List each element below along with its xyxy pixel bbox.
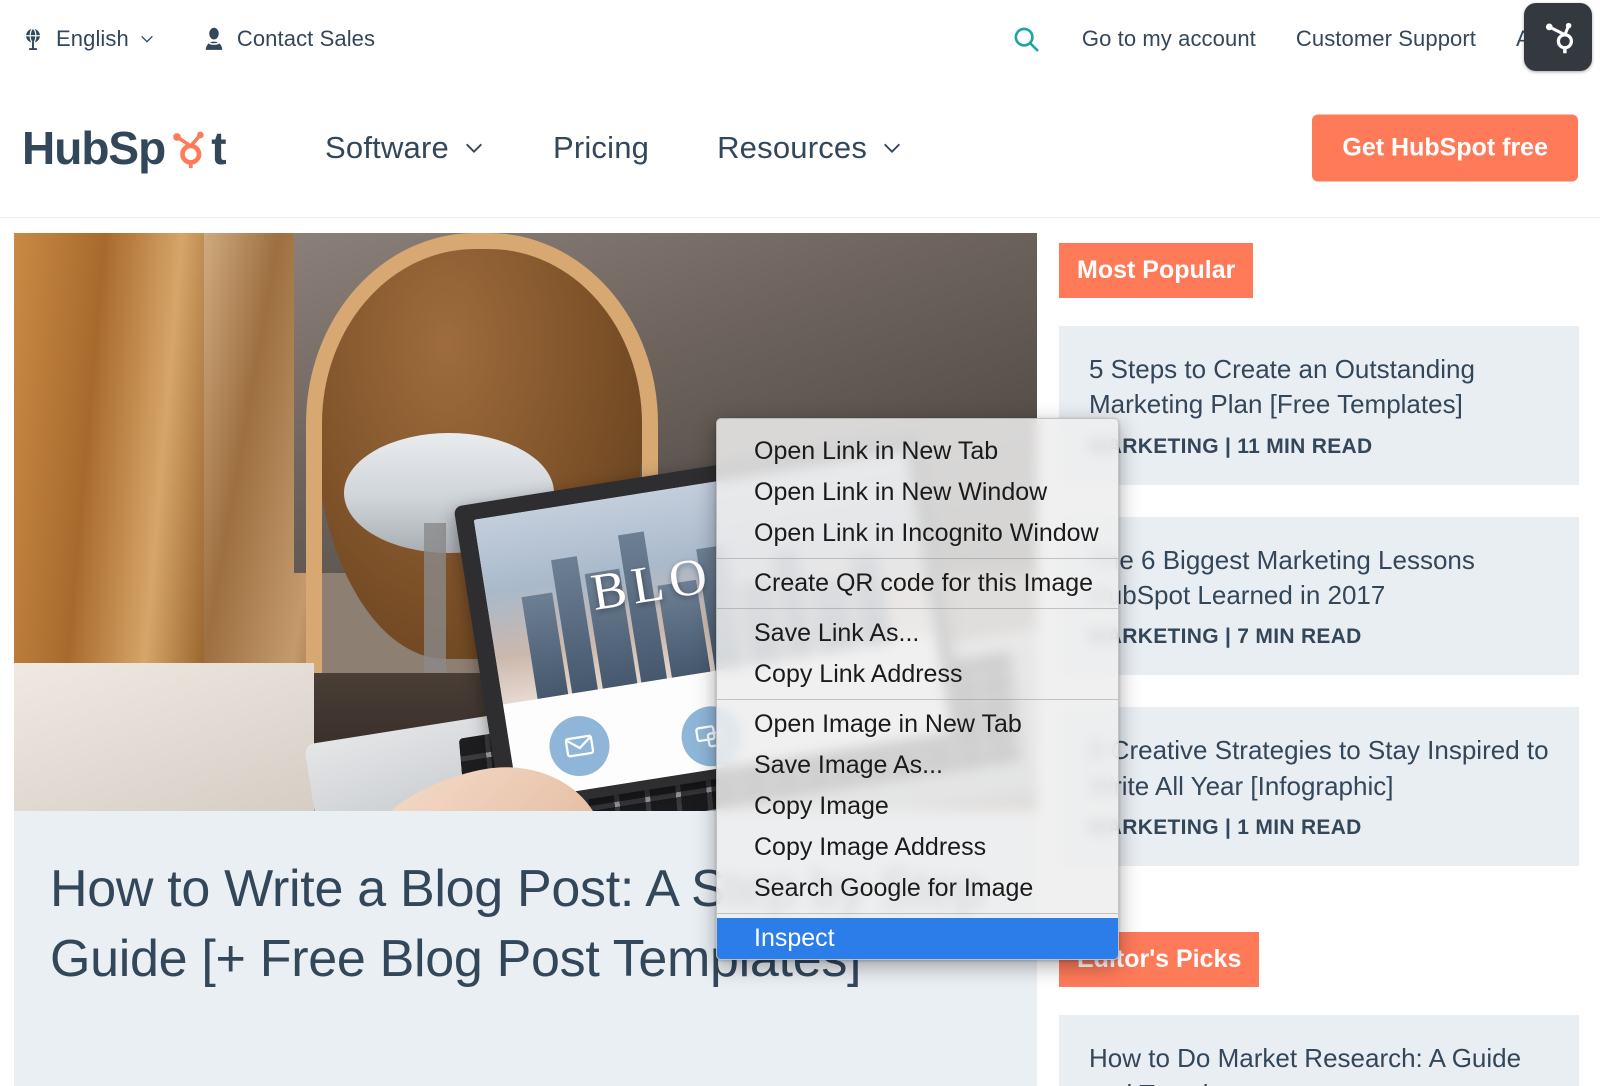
most-popular-heading: Most Popular — [1059, 243, 1254, 298]
context-menu-item-copy-link-address[interactable]: Copy Link Address — [717, 654, 1118, 695]
contact-sales-link[interactable]: Contact Sales — [201, 26, 375, 52]
sidebar-card-editors-picks-1[interactable]: How to Do Market Research: A Guide and T… — [1059, 1015, 1579, 1086]
chevron-down-icon — [139, 31, 155, 47]
context-menu-group-image: Open Image in New Tab Save Image As... C… — [717, 700, 1118, 913]
primary-nav-links: Software Pricing Resources — [325, 130, 903, 166]
context-menu-item-create-qr-code[interactable]: Create QR code for this Image — [717, 563, 1118, 604]
hubspot-logo-text: HubSp t — [22, 121, 227, 175]
context-menu-item-copy-image[interactable]: Copy Image — [717, 786, 1118, 827]
main-navigation-bar: HubSp t Software Pricing Resources Get H… — [0, 78, 1600, 218]
sidebar-card-most-popular-3[interactable]: 8 Creative Strategies to Stay Inspired t… — [1059, 707, 1579, 867]
nav-item-pricing-label: Pricing — [552, 129, 650, 165]
sidebar-card-meta: MARKETING | 7 MIN READ — [1089, 625, 1362, 649]
globe-icon — [20, 26, 46, 52]
sidebar-card-most-popular-2[interactable]: The 6 Biggest Marketing Lessons HubSpot … — [1059, 516, 1579, 676]
context-menu-group-link-save: Save Link As... Copy Link Address — [717, 609, 1118, 699]
nav-item-resources-label: Resources — [717, 129, 868, 165]
utility-top-bar: English Contact Sales Go to my account C… — [0, 0, 1600, 78]
sidebar: Most Popular 5 Steps to Create an Outsta… — [1059, 243, 1579, 1086]
contact-sales-label: Contact Sales — [236, 26, 376, 51]
chevron-down-icon — [463, 137, 485, 159]
nav-item-software[interactable]: Software — [325, 130, 485, 166]
sidebar-card-title: 5 Steps to Create an Outstanding Marketi… — [1089, 354, 1475, 420]
browser-context-menu[interactable]: Open Link in New Tab Open Link in New Wi… — [716, 418, 1119, 960]
get-hubspot-free-button[interactable]: Get HubSpot free — [1312, 114, 1578, 181]
context-menu-group-inspect: Inspect — [717, 914, 1118, 959]
utility-bar-right-group: Go to my account Customer Support About — [1010, 0, 1600, 78]
go-to-my-account-link[interactable]: Go to my account — [1082, 26, 1256, 52]
context-menu-item-save-link-as[interactable]: Save Link As... — [717, 613, 1118, 654]
context-menu-item-save-image-as[interactable]: Save Image As... — [717, 745, 1118, 786]
context-menu-group-link-open: Open Link in New Tab Open Link in New Wi… — [717, 427, 1118, 558]
sidebar-card-meta: MARKETING | 1 MIN READ — [1089, 816, 1362, 840]
go-to-my-account-label: Go to my account — [1081, 26, 1256, 51]
context-menu-item-open-image-new-tab[interactable]: Open Image in New Tab — [717, 704, 1118, 745]
context-menu-group-qr: Create QR code for this Image — [717, 559, 1118, 608]
sidebar-card-title: How to Do Market Research: A Guide and T… — [1089, 1043, 1522, 1086]
nav-item-pricing[interactable]: Pricing — [553, 130, 649, 166]
context-menu-item-search-google-for-image[interactable]: Search Google for Image — [717, 868, 1118, 909]
nav-item-resources[interactable]: Resources — [717, 130, 903, 166]
logo-text-after: t — [211, 121, 226, 174]
context-menu-item-inspect[interactable]: Inspect — [717, 918, 1118, 959]
hubspot-sprocket-button[interactable] — [1524, 3, 1592, 71]
context-menu-item-copy-image-address[interactable]: Copy Image Address — [717, 827, 1118, 868]
sidebar-card-meta: MARKETING | 11 MIN READ — [1089, 434, 1373, 458]
sidebar-card-title: 8 Creative Strategies to Stay Inspired t… — [1089, 735, 1549, 801]
customer-support-label: Customer Support — [1295, 26, 1476, 51]
logo-sprocket-icon — [166, 126, 210, 170]
logo-text-before: HubSp — [22, 121, 166, 174]
nav-item-software-label: Software — [325, 129, 449, 165]
hero-photo-shoulder — [14, 663, 314, 811]
search-icon[interactable] — [1010, 23, 1042, 55]
language-label: English — [56, 26, 129, 51]
browser-page: English Contact Sales Go to my account C… — [0, 0, 1600, 1086]
hubspot-sprocket-icon — [1538, 15, 1578, 60]
customer-support-link[interactable]: Customer Support — [1296, 26, 1476, 52]
chevron-down-icon — [881, 137, 903, 159]
utility-bar-left-group: English Contact Sales — [0, 26, 375, 52]
context-menu-item-open-link-incognito-window[interactable]: Open Link in Incognito Window — [717, 513, 1118, 554]
context-menu-item-open-link-new-tab[interactable]: Open Link in New Tab — [717, 431, 1118, 472]
sidebar-card-title: The 6 Biggest Marketing Lessons HubSpot … — [1089, 544, 1475, 611]
person-icon — [201, 26, 227, 52]
context-menu-item-open-link-new-window[interactable]: Open Link in New Window — [717, 472, 1118, 513]
sidebar-card-most-popular-1[interactable]: 5 Steps to Create an Outstanding Marketi… — [1059, 326, 1579, 485]
hubspot-logo[interactable]: HubSp t — [22, 121, 227, 175]
language-selector[interactable]: English — [20, 26, 155, 52]
